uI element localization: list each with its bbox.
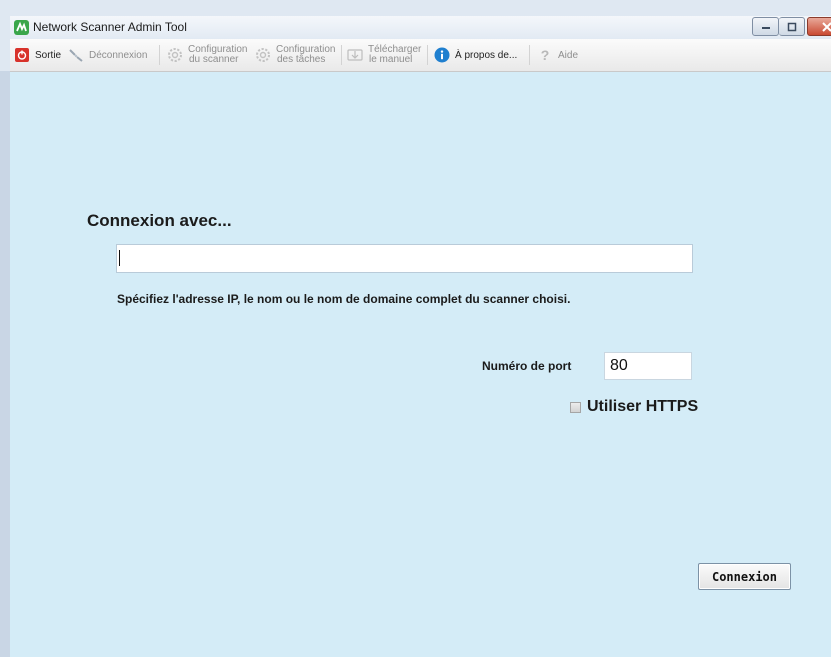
- connection-panel: Connexion avec... Spécifiez l'adresse IP…: [10, 72, 831, 657]
- help-label: Aide: [558, 49, 579, 61]
- task-config-button[interactable]: Configuration des tâches: [255, 39, 335, 71]
- download-icon: [347, 47, 363, 63]
- gear-icon: [167, 47, 183, 63]
- disconnect-icon: [68, 47, 84, 63]
- about-button[interactable]: À propos de...: [434, 39, 517, 71]
- task-config-label: Configuration des tâches: [276, 45, 335, 65]
- disconnect-label: Déconnexion: [89, 49, 148, 61]
- close-icon: [822, 21, 831, 32]
- about-label: À propos de...: [455, 49, 518, 61]
- maximize-button[interactable]: [779, 17, 805, 36]
- https-option[interactable]: Utiliser HTTPS: [570, 398, 698, 416]
- toolbar-separator: [159, 45, 160, 65]
- connect-button[interactable]: Connexion: [698, 563, 791, 590]
- maximize-icon: [787, 22, 796, 31]
- toolbar-separator: [341, 45, 342, 65]
- minimize-button[interactable]: [752, 17, 779, 36]
- help-icon: ?: [540, 47, 550, 63]
- address-helper-text: Spécifiez l'adresse IP, le nom ou le nom…: [117, 292, 571, 306]
- download-manual-line2: le manuel: [369, 54, 413, 65]
- scanner-config-button[interactable]: Configuration du scanner: [167, 39, 247, 71]
- minimize-icon: [761, 26, 770, 29]
- port-input[interactable]: [604, 352, 692, 380]
- scanner-address-input[interactable]: [116, 244, 693, 273]
- exit-label: Sortie: [35, 49, 62, 61]
- scanner-config-label: Configuration du scanner: [188, 45, 247, 65]
- exit-button[interactable]: Sortie: [14, 39, 61, 71]
- https-checkbox[interactable]: [570, 401, 581, 413]
- text-cursor: [119, 250, 120, 266]
- port-label: Numéro de port: [482, 359, 572, 373]
- scanner-config-line2: du scanner: [189, 54, 239, 65]
- title-bar: Network Scanner Admin Tool: [10, 16, 831, 40]
- app-window: Network Scanner Admin Tool Sortie Déconn…: [0, 0, 831, 657]
- close-button[interactable]: [807, 17, 831, 36]
- app-logo-icon: [14, 20, 29, 35]
- connection-heading: Connexion avec...: [87, 211, 232, 230]
- left-frame-edge: [0, 71, 10, 657]
- disconnect-button[interactable]: Déconnexion: [68, 39, 147, 71]
- gear-icon: [255, 47, 271, 63]
- download-manual-button[interactable]: Télécharger le manuel: [347, 39, 421, 71]
- info-icon: [434, 47, 450, 63]
- toolbar-separator: [529, 45, 530, 65]
- power-icon: [14, 47, 30, 63]
- window-title: Network Scanner Admin Tool: [33, 20, 187, 34]
- task-config-line2: des tâches: [277, 54, 326, 65]
- toolbar-separator: [427, 45, 428, 65]
- help-button[interactable]: ? Aide: [537, 39, 578, 71]
- https-label: Utiliser HTTPS: [587, 398, 699, 415]
- download-manual-label: Télécharger le manuel: [368, 45, 421, 65]
- toolbar: Sortie Déconnexion Configuration du scan…: [10, 39, 831, 72]
